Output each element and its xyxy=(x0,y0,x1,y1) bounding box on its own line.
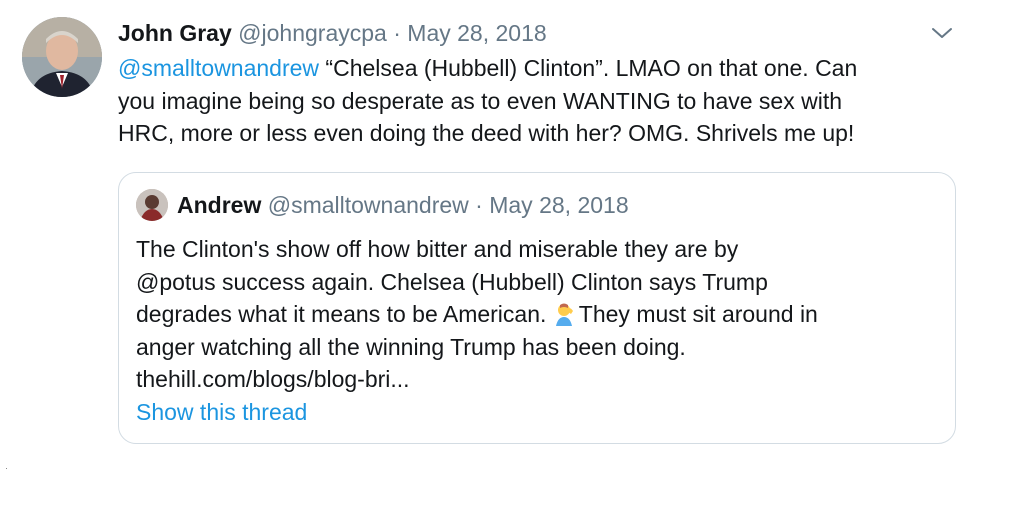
tweet-text: @smalltownandrew “Chelsea (Hubbell) Clin… xyxy=(118,52,948,150)
quoted-line-2: @potus success again. Chelsea (Hubbell) … xyxy=(136,268,768,295)
tweet-menu-button[interactable] xyxy=(930,24,954,42)
tweet-line-3: HRC, more or less even doing the deed wi… xyxy=(118,120,855,146)
quoted-tweet-card[interactable]: Andrew @smalltownandrew · May 28, 2018 T… xyxy=(118,172,956,444)
quoted-author-name[interactable]: Andrew xyxy=(177,192,261,218)
quoted-line-4: anger watching all the winning Trump has… xyxy=(136,333,686,360)
quoted-line-3a: degrades what it means to be American. xyxy=(136,301,553,327)
quoted-link[interactable]: thehill.com/blogs/blog-bri... xyxy=(136,363,936,396)
avatar-photo-icon xyxy=(22,17,102,97)
tweet-header: John Gray @johngraycpa · May 28, 2018 xyxy=(118,18,547,48)
tweet-date[interactable]: May 28, 2018 xyxy=(407,20,546,46)
mention-link[interactable]: @smalltownandrew xyxy=(118,55,319,81)
tweet-line-1: @smalltownandrew “Chelsea (Hubbell) Clin… xyxy=(118,52,948,85)
tweet-line-1-text: “Chelsea (Hubbell) Clinton”. LMAO on tha… xyxy=(319,55,858,81)
quoted-handle-text: @smalltownandrew xyxy=(267,192,469,218)
quoted-tweet-header: Andrew @smalltownandrew · May 28, 2018 xyxy=(177,190,629,220)
separator-dot: · xyxy=(386,20,408,46)
author-avatar[interactable] xyxy=(22,17,102,97)
man-facepalming-emoji-icon xyxy=(553,302,577,326)
chevron-down-icon xyxy=(932,28,952,38)
author-handle[interactable]: @johngraycpa xyxy=(238,20,387,46)
quoted-tweet-text: The Clinton's show off how bitter and mi… xyxy=(136,233,936,396)
quoted-author-avatar[interactable] xyxy=(136,189,168,221)
tweet: John Gray @johngraycpa · May 28, 2018 @s… xyxy=(0,0,1010,508)
show-thread-link[interactable]: Show this thread xyxy=(136,397,307,427)
quoted-line-3b: They must sit around in xyxy=(578,301,818,327)
quoted-tweet-date[interactable]: May 28, 2018 xyxy=(489,192,628,218)
author-name[interactable]: John Gray xyxy=(118,20,232,46)
handle-text: @johngraycpa xyxy=(238,20,387,46)
avatar-photo-icon xyxy=(136,189,168,221)
tweet-line-2: you imagine being so desperate as to eve… xyxy=(118,87,843,114)
stray-mark xyxy=(6,468,7,469)
quoted-author-handle[interactable]: @smalltownandrew xyxy=(268,192,469,218)
quoted-line-1: The Clinton's show off how bitter and mi… xyxy=(136,236,739,262)
quoted-line-3: degrades what it means to be American. T… xyxy=(136,298,936,331)
separator-dot: · xyxy=(468,192,490,218)
